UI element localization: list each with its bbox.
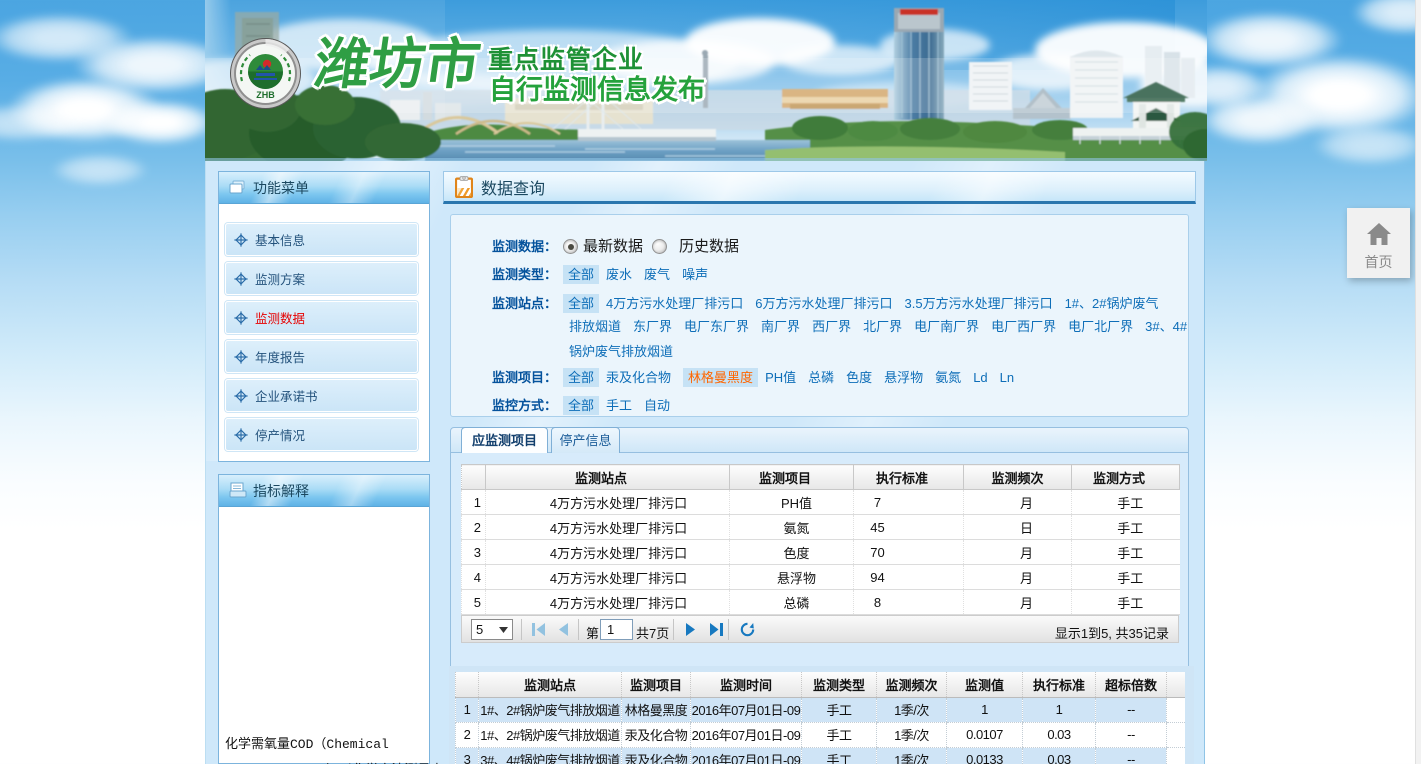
svg-text:ZHB: ZHB	[256, 90, 275, 100]
